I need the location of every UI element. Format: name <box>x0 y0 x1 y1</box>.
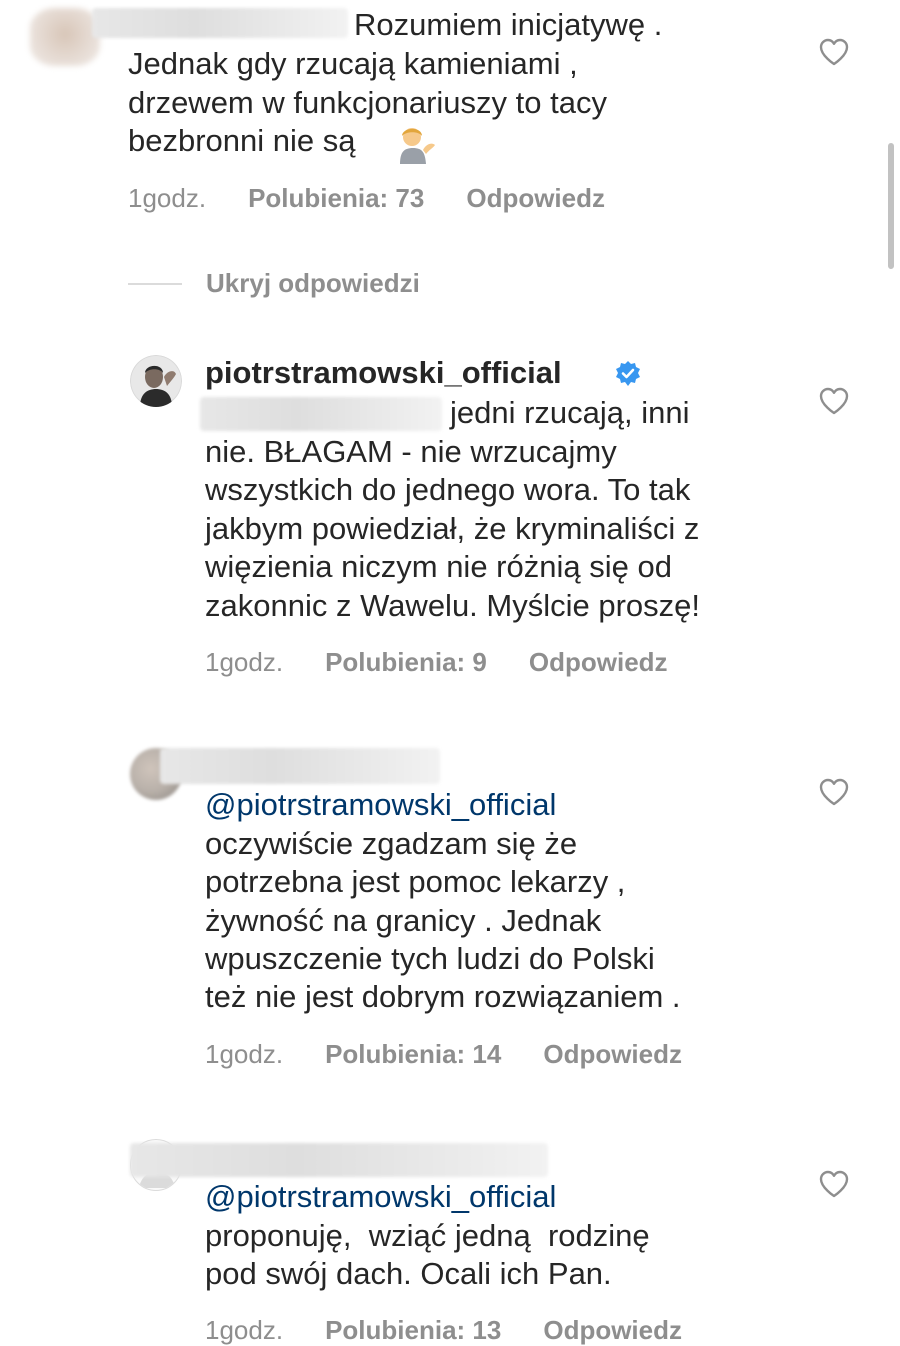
comment-meta: 1godz. Polubienia: 13 Odpowiedz <box>205 1315 682 1346</box>
hide-replies-label: Ukryj odpowiedzi <box>206 268 420 298</box>
comment-text-line: jakbym powiedział, że kryminaliści z <box>205 511 700 546</box>
likes-count-button[interactable]: Polubienia: 13 <box>325 1315 501 1346</box>
comment-text-line: potrzebna jest pomoc lekarzy , <box>205 864 626 899</box>
comment-text-line: wszystkich do jednego wora. To tak <box>205 472 691 507</box>
likes-count-button[interactable]: Polubienia: 73 <box>248 183 424 214</box>
username-blurred[interactable] <box>160 748 440 784</box>
reply-button[interactable]: Odpowiedz <box>466 183 605 214</box>
avatar-piotrstramowski[interactable] <box>130 355 182 407</box>
hide-replies-button[interactable]: Ukryj odpowiedzi <box>128 268 420 299</box>
username-blurred[interactable] <box>92 8 348 38</box>
reply-button[interactable]: Odpowiedz <box>529 647 668 678</box>
comment-text-line: Rozumiem inicjatywę . <box>354 7 663 42</box>
comment-meta: 1godz. Polubienia: 14 Odpowiedz <box>205 1039 682 1070</box>
likes-count-button[interactable]: Polubienia: 14 <box>325 1039 501 1070</box>
comment-time: 1godz. <box>128 183 207 213</box>
comment-text-line: Jednak gdy rzucają kamieniami , <box>128 46 578 81</box>
heart-outline-icon[interactable] <box>819 38 849 66</box>
scrollbar-thumb[interactable] <box>888 143 894 269</box>
reply-button[interactable]: Odpowiedz <box>543 1315 682 1346</box>
comments-thread: Rozumiem inicjatywę . Jednak gdy rzucają… <box>0 0 900 1346</box>
comment-time: 1godz. <box>205 1315 284 1345</box>
comment-text-line: wpuszczenie tych ludzi do Polski <box>205 941 655 976</box>
mention-link[interactable]: @piotrstramowski_official <box>205 786 556 825</box>
comment-text-line: pod swój dach. Ocali ich Pan. <box>205 1256 612 1291</box>
comment-username[interactable]: piotrstramowski_official <box>205 354 562 393</box>
comment-meta: 1godz. Polubienia: 73 Odpowiedz <box>128 183 605 214</box>
comment-text-line: bezbronni nie są <box>128 123 356 158</box>
username-blurred[interactable] <box>130 1143 548 1177</box>
person-tipping-hand-emoji-icon <box>400 128 435 164</box>
likes-count-button[interactable]: Polubienia: 9 <box>325 647 487 678</box>
comment-text-line: drzewem w funkcjonariuszy to tacy <box>128 85 607 120</box>
mention-blurred[interactable] <box>200 397 442 431</box>
comment-text-line: proponuję, wziąć jedną rodzinę <box>205 1218 650 1253</box>
comment-text-line: też nie jest dobrym rozwiązaniem . <box>205 979 681 1014</box>
comment-time: 1godz. <box>205 647 284 677</box>
verified-badge-icon <box>616 361 640 386</box>
comment-text-line: oczywiście zgadzam się że <box>205 826 578 861</box>
mention-link[interactable]: @piotrstramowski_official <box>205 1178 556 1217</box>
comment-text-line: nie. BŁAGAM - nie wrzucajmy <box>205 434 617 469</box>
comment-text-line: więzienia niczym nie różnią się od <box>205 549 672 584</box>
reply-button[interactable]: Odpowiedz <box>543 1039 682 1070</box>
comment-time: 1godz. <box>205 1039 284 1069</box>
avatar-blurred[interactable] <box>30 8 100 66</box>
comment-text-line: jedni rzucają, inni <box>450 395 690 430</box>
comment-text-line: zakonnic z Wawelu. Myślcie proszę! <box>205 588 701 623</box>
comment-text-line: żywność na granicy . Jednak <box>205 903 602 938</box>
heart-outline-icon[interactable] <box>819 1170 849 1198</box>
divider-line <box>128 282 182 285</box>
heart-outline-icon[interactable] <box>819 387 849 415</box>
comment-meta: 1godz. Polubienia: 9 Odpowiedz <box>205 647 668 678</box>
heart-outline-icon[interactable] <box>819 778 849 806</box>
